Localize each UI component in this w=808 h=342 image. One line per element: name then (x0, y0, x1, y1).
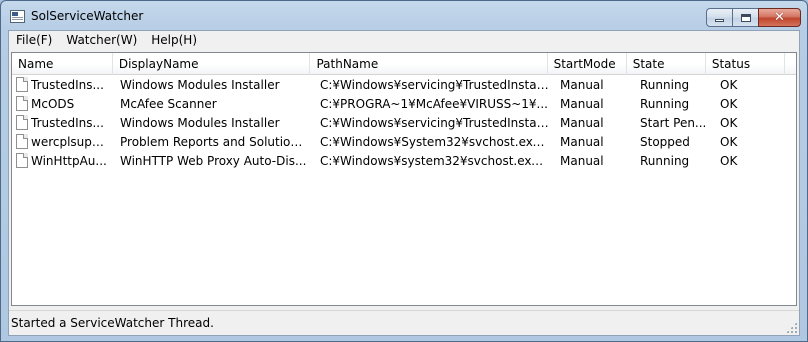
cell-state: Running (640, 78, 690, 92)
title-bar[interactable]: SolServiceWatcher ✕ (1, 1, 807, 29)
cell-name: wercplsupp... (12, 132, 114, 151)
cell-state: Running (640, 97, 690, 111)
menu-file[interactable]: File(F) (9, 31, 59, 51)
cell-startmode: Manual (560, 154, 604, 168)
column-header-pathname[interactable]: PathName (310, 53, 548, 75)
maximize-icon (740, 13, 751, 22)
cell-pathname: C:¥Windows¥System32¥svchost.exe... (320, 135, 552, 149)
cell-status: OK (720, 154, 738, 168)
services-list[interactable]: Name DisplayName PathName StartMode Stat… (11, 52, 797, 306)
cell-pathname: C:¥Windows¥servicing¥TrustedInstal... (320, 116, 552, 130)
close-icon: ✕ (774, 10, 785, 25)
column-header-filler (785, 53, 796, 75)
document-icon (16, 115, 28, 130)
list-rows: TrustedIns... Windows Modules Installer … (12, 75, 796, 170)
cell-displayname: Windows Modules Installer (120, 116, 280, 130)
resize-grip-icon[interactable] (786, 322, 797, 333)
column-header-status[interactable]: Status (706, 53, 785, 75)
document-icon (16, 153, 28, 168)
cell-pathname: C:¥Windows¥servicing¥TrustedInstal... (320, 78, 552, 92)
window-title: SolServiceWatcher (31, 9, 144, 23)
client-area: File(F) Watcher(W) Help(H) Name DisplayN… (8, 30, 800, 336)
app-window-icon[interactable] (10, 10, 25, 23)
cell-name-text: TrustedIns... (31, 78, 104, 92)
minimize-icon (715, 19, 724, 22)
document-icon (16, 96, 28, 111)
cell-name-text: TrustedIns... (31, 116, 104, 130)
status-bar: Started a ServiceWatcher Thread. (9, 310, 799, 335)
list-row[interactable]: TrustedIns... Windows Modules Installer … (12, 75, 796, 94)
cell-state: Running (640, 154, 690, 168)
cell-displayname: McAfee Scanner (120, 97, 217, 111)
list-row[interactable]: McODS McAfee Scanner C:¥PROGRA~1¥McAfee¥… (12, 94, 796, 113)
document-icon (16, 134, 28, 149)
column-header-displayname[interactable]: DisplayName (113, 53, 311, 75)
cell-state: Stopped (640, 135, 690, 149)
cell-name-text: WinHttpAu... (31, 154, 107, 168)
status-text: Started a ServiceWatcher Thread. (11, 316, 214, 330)
document-icon (16, 77, 28, 92)
cell-startmode: Manual (560, 116, 604, 130)
cell-name-text: McODS (31, 97, 75, 111)
cell-state: Start Pen... (640, 116, 707, 130)
cell-name: TrustedIns... (12, 113, 114, 132)
cell-name: McODS (12, 94, 114, 113)
cell-displayname: Problem Reports and Solution... (120, 135, 310, 149)
caption-buttons: ✕ (706, 8, 801, 27)
cell-status: OK (720, 116, 738, 130)
cell-name: TrustedIns... (12, 75, 114, 94)
list-header: Name DisplayName PathName StartMode Stat… (12, 53, 796, 75)
cell-name-text: wercplsupp... (31, 135, 109, 149)
menu-bar: File(F) Watcher(W) Help(H) (9, 31, 799, 51)
cell-status: OK (720, 97, 738, 111)
list-row[interactable]: wercplsupp... Problem Reports and Soluti… (12, 132, 796, 151)
menu-help[interactable]: Help(H) (144, 31, 204, 51)
column-header-startmode[interactable]: StartMode (548, 53, 627, 75)
column-header-name[interactable]: Name (12, 53, 113, 75)
cell-name: WinHttpAu... (12, 151, 114, 170)
column-header-state[interactable]: State (627, 53, 706, 75)
cell-pathname: C:¥PROGRA~1¥McAfee¥VIRUSS~1¥... (320, 97, 548, 111)
cell-startmode: Manual (560, 78, 604, 92)
list-row[interactable]: WinHttpAu... WinHTTP Web Proxy Auto-Dis.… (12, 151, 796, 170)
cell-status: OK (720, 78, 738, 92)
maximize-button[interactable] (732, 8, 758, 27)
cell-displayname: WinHTTP Web Proxy Auto-Dis... (120, 154, 307, 168)
cell-startmode: Manual (560, 97, 604, 111)
cell-startmode: Manual (560, 135, 604, 149)
menu-watcher[interactable]: Watcher(W) (59, 31, 144, 51)
cell-displayname: Windows Modules Installer (120, 78, 280, 92)
minimize-button[interactable] (706, 8, 732, 27)
list-row[interactable]: TrustedIns... Windows Modules Installer … (12, 113, 796, 132)
app-window: SolServiceWatcher ✕ File(F) Watcher(W) H… (0, 0, 808, 342)
cell-status: OK (720, 135, 738, 149)
cell-pathname: C:¥Windows¥system32¥svchost.exe ... (320, 154, 554, 168)
close-button[interactable]: ✕ (758, 8, 801, 27)
